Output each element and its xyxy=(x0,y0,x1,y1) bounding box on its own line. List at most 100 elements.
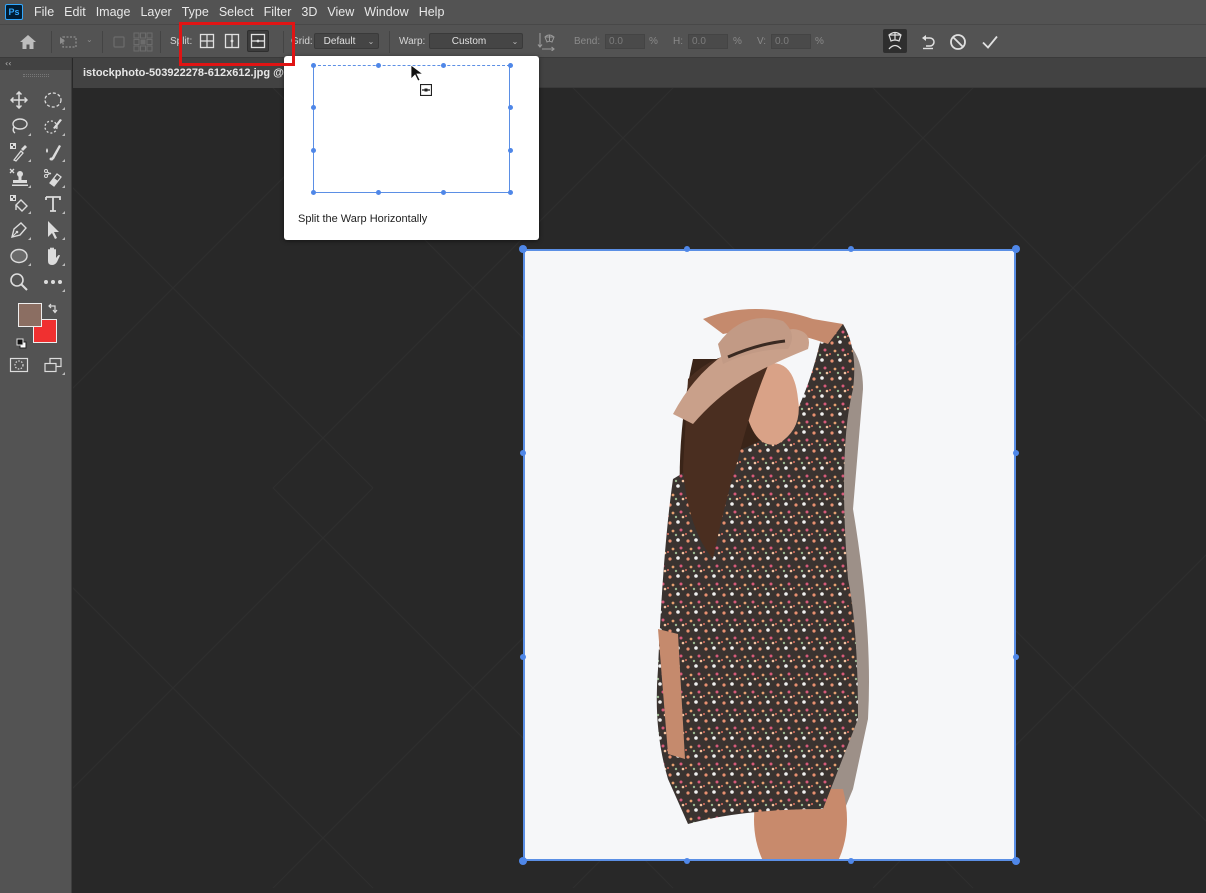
mouse-pointer-icon xyxy=(410,64,425,86)
photoshop-logo: Ps xyxy=(5,4,23,20)
clone-stamp-icon xyxy=(9,168,28,186)
split-label: Split: xyxy=(170,36,193,47)
menu-layer[interactable]: Layer xyxy=(135,0,176,24)
eraser-tool[interactable] xyxy=(41,167,65,189)
warp-handle-top[interactable] xyxy=(848,246,854,252)
menu-3d[interactable]: 3D xyxy=(296,0,322,24)
quick-mask-button[interactable] xyxy=(7,354,31,376)
lasso-tool[interactable] xyxy=(7,115,31,137)
bend-percent: % xyxy=(649,36,658,47)
warp-handle-top-right[interactable] xyxy=(1012,245,1020,253)
tooltip-caption: Split the Warp Horizontally xyxy=(298,213,428,225)
split-crosswise-button[interactable] xyxy=(196,30,218,52)
magnifier-icon xyxy=(10,273,28,291)
split-horizontal-icon xyxy=(250,33,266,49)
grid-dropdown[interactable]: Default ⌄ xyxy=(314,33,379,49)
change-warp-orientation-button[interactable] xyxy=(536,30,558,52)
transform-chevron-icon[interactable]: ⌄ xyxy=(86,35,93,44)
split-horizontally-button[interactable] xyxy=(247,30,269,52)
warp-mode-icon xyxy=(888,31,902,50)
commit-transform-button[interactable] xyxy=(979,31,1001,53)
warp-handle-bottom-right[interactable] xyxy=(1012,857,1020,865)
warp-handle-right[interactable] xyxy=(1013,450,1019,456)
ellipse-tool[interactable] xyxy=(7,245,31,267)
edit-toolbar-button[interactable] xyxy=(41,271,65,293)
warp-style-dropdown[interactable]: Custom ⌄ xyxy=(429,33,523,49)
warp-handle-bottom[interactable] xyxy=(684,858,690,864)
more-dots-icon xyxy=(44,280,62,284)
swap-colors-button[interactable] xyxy=(47,300,59,319)
bend-label: Bend: xyxy=(574,36,601,47)
default-colors-button[interactable] xyxy=(16,334,27,353)
brush-tool[interactable] xyxy=(41,141,65,163)
tools-panel: ‹‹ xyxy=(0,58,72,893)
elliptical-marquee-tool[interactable] xyxy=(41,89,65,111)
menu-help[interactable]: Help xyxy=(414,0,450,24)
foreground-color-swatch[interactable] xyxy=(18,303,42,327)
options-bar: ⌄ Split: Grid: Default ⌄ Warp: Custom ⌄ … xyxy=(0,24,1206,58)
grid-value: Default xyxy=(323,35,356,47)
panel-grip[interactable] xyxy=(22,74,49,77)
chevron-down-icon: ⌄ xyxy=(511,36,519,46)
document-tab[interactable]: istockphoto-503922278-612x612.jpg @ xyxy=(73,58,288,88)
quick-selection-tool[interactable] xyxy=(41,115,65,137)
grid-label: Grid: xyxy=(291,36,313,47)
swap-arrows-icon xyxy=(48,303,58,314)
warp-handle-top[interactable] xyxy=(684,246,690,252)
undo-icon xyxy=(922,35,935,50)
document-image[interactable] xyxy=(523,249,1016,861)
h-percent: % xyxy=(733,36,742,47)
commit-checkmark-icon xyxy=(982,35,998,49)
pen-tool[interactable] xyxy=(7,219,31,241)
warp-handle-top-left[interactable] xyxy=(519,245,527,253)
elliptical-marquee-icon xyxy=(44,92,62,108)
warp-handle-right[interactable] xyxy=(1013,654,1019,660)
pen-icon xyxy=(11,222,27,238)
paint-bucket-icon xyxy=(10,195,28,212)
show-grid-toggle[interactable] xyxy=(108,31,130,53)
brush-icon xyxy=(46,145,61,161)
menu-select[interactable]: Select xyxy=(214,0,259,24)
photoshop-window: Ps File Edit Image Layer Type Select Fil… xyxy=(0,0,1206,893)
home-icon xyxy=(20,35,36,49)
eyedropper-tool[interactable] xyxy=(7,141,31,163)
reference-point-button[interactable] xyxy=(132,31,154,53)
hand-tool[interactable] xyxy=(41,245,65,267)
warp-handle-left[interactable] xyxy=(520,654,526,660)
warp-handle-bottom[interactable] xyxy=(848,858,854,864)
collapse-panel-button[interactable]: ‹‹ xyxy=(0,58,71,70)
warp-transform-icon xyxy=(60,36,77,48)
clone-stamp-tool[interactable] xyxy=(7,167,31,189)
screen-mode-button[interactable] xyxy=(41,354,65,376)
warp-mode-toggle[interactable] xyxy=(883,29,907,53)
zoom-tool[interactable] xyxy=(7,271,31,293)
menu-window[interactable]: Window xyxy=(359,0,413,24)
menu-edit[interactable]: Edit xyxy=(59,0,91,24)
menu-type[interactable]: Type xyxy=(177,0,214,24)
menu-image[interactable]: Image xyxy=(91,0,136,24)
warp-handle-left[interactable] xyxy=(520,450,526,456)
paint-bucket-tool[interactable] xyxy=(7,193,31,215)
menu-bar: Ps File Edit Image Layer Type Select Fil… xyxy=(0,0,1206,24)
home-button[interactable] xyxy=(17,31,39,53)
eraser-icon xyxy=(44,169,62,187)
type-tool[interactable] xyxy=(41,193,65,215)
default-colors-icon xyxy=(16,338,27,349)
split-vertically-button[interactable] xyxy=(221,30,243,52)
undo-button[interactable] xyxy=(917,31,939,53)
hand-icon xyxy=(48,247,60,265)
lasso-icon xyxy=(12,118,28,134)
menu-file[interactable]: File xyxy=(29,0,59,24)
path-selection-tool[interactable] xyxy=(41,219,65,241)
eyedropper-icon xyxy=(10,143,27,162)
horizontal-distortion-input[interactable]: 0.0 xyxy=(688,34,728,49)
grid-cross-icon xyxy=(199,33,215,49)
move-tool[interactable] xyxy=(7,89,31,111)
warp-handle-bottom-left[interactable] xyxy=(519,857,527,865)
transform-mode-button[interactable] xyxy=(58,31,80,53)
bend-input[interactable]: 0.0 xyxy=(605,34,645,49)
menu-view[interactable]: View xyxy=(322,0,359,24)
cancel-transform-button[interactable] xyxy=(947,31,969,53)
menu-filter[interactable]: Filter xyxy=(259,0,297,24)
vertical-distortion-input[interactable]: 0.0 xyxy=(771,34,811,49)
